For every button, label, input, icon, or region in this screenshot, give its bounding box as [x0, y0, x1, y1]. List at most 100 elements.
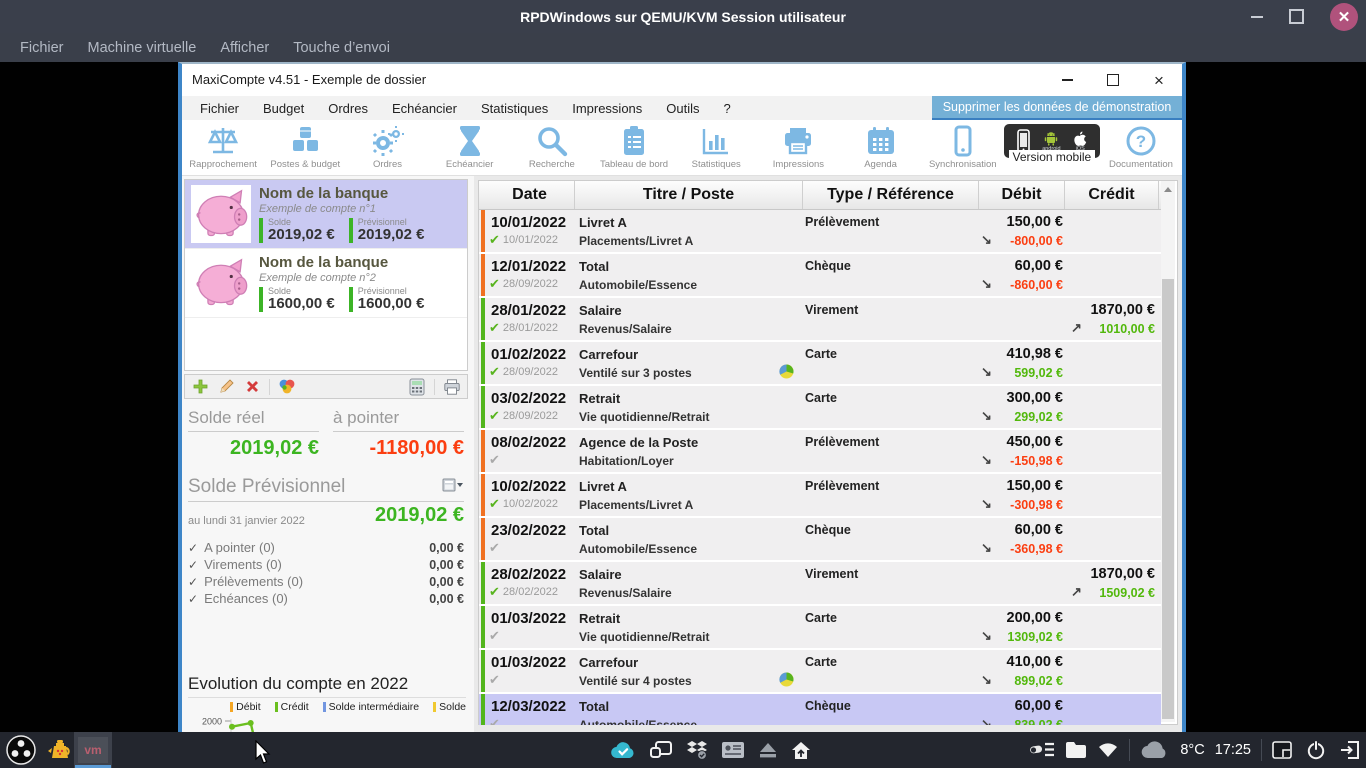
close-icon[interactable]: ✕	[1330, 3, 1358, 31]
app-titlebar[interactable]: MaxiCompte v4.51 - Exemple de dossier ×	[182, 64, 1182, 96]
row-balance: 1010,00 €	[1067, 322, 1155, 336]
edit-icon[interactable]	[217, 378, 235, 396]
card-icon[interactable]	[721, 741, 745, 759]
scroll-up-icon[interactable]	[1161, 181, 1175, 197]
column-header-3[interactable]: Débit	[979, 181, 1065, 209]
toolbar-item-version-mobile[interactable]: androidiOSVersion mobile	[1004, 120, 1100, 175]
checklist-item-1[interactable]: ✓Virements (0)0,00 €	[188, 556, 464, 573]
vm-menu-item-3[interactable]: Touche d’envoi	[283, 37, 400, 59]
column-header-4[interactable]: Crédit	[1065, 181, 1159, 209]
transactions-table: DateTitre / PosteType / RéférenceDébitCr…	[478, 180, 1178, 725]
column-header-0[interactable]: Date	[485, 181, 575, 209]
displays-icon[interactable]	[649, 740, 673, 760]
table-row-10[interactable]: 01/03/2022✔RetraitVie quotidienne/Retrai…	[479, 606, 1161, 648]
maximize-icon[interactable]	[1090, 64, 1136, 96]
dropbox-icon[interactable]	[686, 740, 708, 760]
row-poste: Vie quotidienne/Retrait	[579, 630, 709, 644]
app-menu-item-7[interactable]: ?	[712, 101, 743, 116]
temperature: 8°C	[1180, 742, 1204, 758]
toolbar-item-agenda[interactable]: Agenda	[840, 120, 922, 175]
table-row-2[interactable]: 12/01/2022✔28/09/2022TotalAutomobile/Ess…	[479, 254, 1161, 296]
add-icon[interactable]	[191, 378, 209, 396]
account-item-2[interactable]: Nom de la banqueExemple de compte n°2Sol…	[185, 249, 467, 318]
toolbar-item-rapprochement[interactable]: Rapprochement	[182, 120, 264, 175]
row-status-bar	[481, 650, 485, 692]
app-menu-item-3[interactable]: Echéancier	[380, 101, 469, 116]
column-header-2[interactable]: Type / Référence	[803, 181, 979, 209]
clock[interactable]: 17:25	[1215, 742, 1251, 758]
categories-icon[interactable]	[278, 378, 296, 396]
toolbar-item-recherche[interactable]: Recherche	[511, 120, 593, 175]
account-name: Nom de la banque	[259, 254, 467, 271]
toolbar-item-statistiques[interactable]: Statistiques	[675, 120, 757, 175]
checklist-item-0[interactable]: ✓A pointer (0)0,00 €	[188, 539, 464, 556]
row-pointed: ✔	[489, 454, 500, 466]
table-row-3[interactable]: 28/01/2022✔28/01/2022SalaireRevenus/Sala…	[479, 298, 1161, 340]
app-menu-item-4[interactable]: Statistiques	[469, 101, 560, 116]
launcher-icon[interactable]	[6, 735, 36, 765]
toolbar-label: Impressions	[773, 159, 824, 170]
delete-demo-data-button[interactable]: Supprimer les données de démonstration	[932, 96, 1182, 120]
toolbar-item-synchronisation[interactable]: Synchronisation	[922, 120, 1004, 175]
home-upload-icon[interactable]	[791, 741, 811, 760]
print-icon[interactable]	[443, 378, 461, 396]
folder-icon[interactable]	[1065, 741, 1087, 759]
a-pointer-label: à pointer	[333, 408, 464, 432]
app-menu-item-6[interactable]: Outils	[654, 101, 711, 116]
app-menu-item-2[interactable]: Ordres	[316, 101, 380, 116]
vm-menu-item-0[interactable]: Fichier	[10, 37, 74, 59]
toolbar-item-ordres[interactable]: Ordres	[346, 120, 428, 175]
table-row-1[interactable]: 10/01/2022✔10/01/2022Livret APlacements/…	[479, 210, 1161, 252]
calendar-dropdown-icon[interactable]	[442, 478, 464, 497]
toolbar-item-postes-budget[interactable]: Postes & budget	[264, 120, 346, 175]
pill-menu-icon[interactable]	[1029, 740, 1055, 760]
power-icon[interactable]	[1306, 740, 1326, 760]
cloud-check-icon[interactable]	[610, 740, 636, 760]
table-row-6[interactable]: 08/02/2022✔Agence de la PosteHabitation/…	[479, 430, 1161, 472]
toolbar-item-tableau-de-bord[interactable]: Tableau de bord	[593, 120, 675, 175]
account-item-1[interactable]: Nom de la banqueExemple de compte n°1Sol…	[185, 180, 467, 249]
minimize-icon[interactable]	[1044, 64, 1090, 96]
table-row-12[interactable]: 12/03/2022✔TotalAutomobile/EssenceChèque…	[479, 694, 1161, 725]
table-row-8[interactable]: 23/02/2022✔TotalAutomobile/EssenceChèque…	[479, 518, 1161, 560]
solde-reel-label: Solde réel	[188, 408, 319, 432]
table-row-7[interactable]: 10/02/2022✔10/02/2022Livret APlacements/…	[479, 474, 1161, 516]
close-icon[interactable]: ×	[1136, 64, 1182, 96]
delete-icon[interactable]	[243, 378, 261, 396]
vm-menu-item-2[interactable]: Afficher	[210, 37, 279, 59]
calculator-icon[interactable]	[408, 378, 426, 396]
toolbar-item-impressions[interactable]: Impressions	[757, 120, 839, 175]
wifi-icon[interactable]	[1097, 741, 1119, 759]
kettle-icon[interactable]	[46, 736, 74, 764]
toolbar-item-ech-ancier[interactable]: Echéancier	[429, 120, 511, 175]
row-poste: Placements/Livret A	[579, 234, 693, 248]
maximize-icon[interactable]	[1289, 9, 1304, 24]
screen-icon[interactable]	[1272, 741, 1292, 759]
minimize-icon[interactable]	[1251, 16, 1263, 18]
table-row-5[interactable]: 03/02/2022✔28/09/2022RetraitVie quotidie…	[479, 386, 1161, 428]
row-title: Livret A	[579, 479, 627, 494]
checklist-item-2[interactable]: ✓Prélèvements (0)0,00 €	[188, 573, 464, 590]
checklist-item-3[interactable]: ✓Echéances (0)0,00 €	[188, 590, 464, 607]
table-row-9[interactable]: 28/02/2022✔28/02/2022SalaireRevenus/Sala…	[479, 562, 1161, 604]
taskbar-task-vm[interactable]: vm	[74, 732, 112, 768]
row-status-bar	[481, 210, 485, 252]
vm-window-controls: ✕	[1251, 0, 1358, 33]
column-header-1[interactable]: Titre / Poste	[575, 181, 803, 209]
pointed-date: 28/09/2022	[503, 410, 558, 422]
cubes-icon	[288, 124, 322, 158]
toolbar-item-documentation[interactable]: ?Documentation	[1100, 120, 1182, 175]
eject-icon[interactable]	[758, 741, 778, 759]
debit-amount: 200,00 €	[977, 610, 1063, 626]
scrollbar-thumb[interactable]	[1162, 279, 1174, 719]
table-scrollbar[interactable]	[1161, 181, 1175, 722]
table-row-11[interactable]: 01/03/2022✔CarrefourVentilé sur 4 postes…	[479, 650, 1161, 692]
app-menu-item-5[interactable]: Impressions	[560, 101, 654, 116]
table-row-4[interactable]: 01/02/2022✔28/09/2022CarrefourVentilé su…	[479, 342, 1161, 384]
app-menu-item-0[interactable]: Fichier	[188, 101, 251, 116]
app-menu-item-1[interactable]: Budget	[251, 101, 316, 116]
debit-amount: 60,00 €	[977, 698, 1063, 714]
logout-icon[interactable]	[1340, 741, 1360, 759]
vm-menu-item-1[interactable]: Machine virtuelle	[78, 37, 207, 59]
row-status-bar	[481, 298, 485, 340]
